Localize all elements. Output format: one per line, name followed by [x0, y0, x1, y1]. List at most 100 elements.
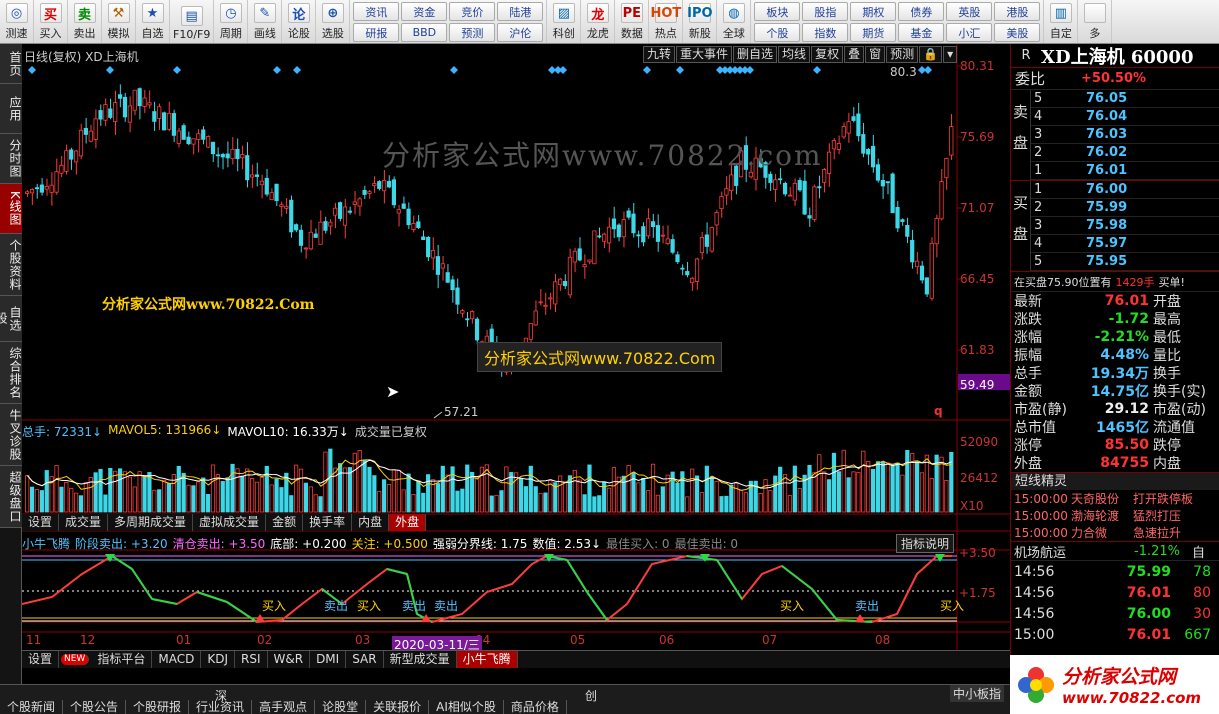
order-row[interactable]: 2 76.02 — [1031, 144, 1219, 162]
toolbar-link[interactable]: 股指 — [802, 2, 849, 21]
order-row[interactable]: 5 75.95 — [1031, 253, 1219, 271]
toolbar-link[interactable]: BBD — [401, 23, 448, 42]
status-link[interactable]: 高手观点 — [252, 699, 316, 714]
toolbar-link[interactable]: 小汇 — [946, 23, 993, 42]
toolbar-button-chart[interactable]: ▨ 科创 — [547, 0, 582, 43]
indicator-tab[interactable]: NEW — [61, 654, 90, 665]
toolbar-link[interactable]: 资讯 — [353, 2, 400, 21]
toolbar-link[interactable]: 英股 — [946, 2, 993, 21]
order-row[interactable]: 3 76.03 — [1031, 126, 1219, 144]
sidetab-5[interactable]: 自选股 — [0, 296, 22, 342]
elf-row[interactable]: 15:00:00 天奇股份 打开跌停板 — [1011, 490, 1219, 507]
toolbar-link[interactable]: 指数 — [802, 23, 849, 42]
toolbar-button-buy[interactable]: 买买入 — [34, 0, 68, 43]
toolbar-button-sell[interactable]: 卖卖出 — [68, 0, 102, 43]
elf-row[interactable]: 15:00:00 渤海轮渡 猛烈打压 — [1011, 507, 1219, 524]
sidetab-8[interactable]: 超级盘口 — [0, 466, 22, 528]
toolbar-link[interactable]: 期权 — [850, 2, 897, 21]
sidetab-6[interactable]: 综合排名 — [0, 342, 22, 404]
volume-tab[interactable]: 成交量 — [59, 514, 109, 531]
sidetab-7[interactable]: 牛叉诊股 — [0, 404, 22, 466]
status-link[interactable]: 个股新闻 — [0, 699, 64, 714]
toolbar-button-star[interactable]: ★ 自选 — [136, 0, 170, 43]
volume-tab[interactable]: 金额 — [266, 514, 304, 531]
sidetab-3[interactable]: K线图 — [0, 184, 22, 234]
toolbar-link[interactable]: 基金 — [898, 23, 945, 42]
status-link[interactable]: 个股研报 — [126, 699, 190, 714]
toolbar-button-pen[interactable]: ✎ 画线 — [248, 0, 283, 43]
toolbar-link[interactable]: 研报 — [353, 23, 400, 42]
order-row[interactable]: 3 75.98 — [1031, 217, 1219, 235]
order-row[interactable]: 5 76.05 — [1031, 90, 1219, 108]
indicator-help-button[interactable]: 指标说明 — [896, 534, 955, 553]
indicator-tab[interactable]: RSI — [235, 651, 268, 668]
volume-tab[interactable]: 换手率 — [303, 514, 353, 531]
status-link[interactable]: 个股公告 — [63, 699, 127, 714]
volume-tab[interactable]: 虚拟成交量 — [193, 514, 267, 531]
volume-tab[interactable]: 外盘 — [389, 514, 427, 531]
toolbar-button-dragon[interactable]: 龙龙虎 — [581, 0, 616, 43]
chart-tool-button[interactable]: 预测 — [886, 46, 919, 63]
toolbar-link[interactable]: 竞价 — [449, 2, 496, 21]
sidetab-2[interactable]: 分时图 — [0, 134, 22, 184]
order-row[interactable]: 1 76.00 — [1031, 181, 1219, 199]
toolbar-button-clock[interactable]: ◷ 周期 — [214, 0, 249, 43]
indicator-tab[interactable]: MACD — [152, 651, 202, 668]
toolbar-link[interactable]: 美股 — [994, 23, 1041, 42]
chart-tool-button[interactable]: 九转 — [643, 46, 676, 63]
toolbar-link[interactable]: 资金 — [401, 2, 448, 21]
indicator-tab[interactable]: 新型成交量 — [384, 651, 457, 668]
toolbar-button-ipo[interactable]: IPO 新股 — [683, 0, 718, 43]
chart-tool-button[interactable]: 🔒 — [919, 46, 943, 63]
chart-tool-button[interactable]: 叠 — [844, 46, 865, 63]
toolbar-button-forum[interactable]: 论论股 — [282, 0, 317, 43]
toolbar-button-more[interactable]: 多 — [1078, 0, 1113, 43]
order-row[interactable]: 4 76.04 — [1031, 108, 1219, 126]
toolbar-link[interactable]: 板块 — [754, 2, 801, 21]
sidetab-0[interactable]: 首页 — [0, 44, 22, 84]
status-link[interactable]: AI相似个股 — [429, 699, 504, 714]
order-row[interactable]: 4 75.97 — [1031, 235, 1219, 253]
indicator-tab[interactable]: SAR — [346, 651, 384, 668]
sector-row[interactable]: 机场航运 -1.21% 自 — [1011, 541, 1219, 561]
order-row[interactable]: 2 75.99 — [1031, 199, 1219, 217]
indicator-tab[interactable]: 设置 — [22, 651, 60, 668]
chart-tool-button[interactable]: ▾ — [943, 46, 958, 63]
toolbar-link[interactable]: 港股 — [994, 2, 1041, 21]
sidetab-1[interactable]: 应用 — [0, 84, 22, 134]
indicator-tab[interactable]: DMI — [310, 651, 347, 668]
chart-tool-button[interactable]: 重大事件 — [676, 46, 733, 63]
toolbar-link[interactable]: 预测 — [449, 23, 496, 42]
chart-tool-button[interactable]: 复权 — [811, 46, 844, 63]
toolbar-button-hot[interactable]: HOT 热点 — [649, 0, 684, 43]
indicator-tab[interactable]: W&R — [268, 651, 311, 668]
chart-tool-button[interactable]: 均线 — [778, 46, 811, 63]
chart-tool-button[interactable]: 删自选 — [733, 46, 778, 63]
status-link[interactable]: 关联报价 — [366, 699, 430, 714]
volume-tab[interactable]: 内盘 — [352, 514, 390, 531]
status-link[interactable]: 论股堂 — [315, 699, 367, 714]
order-row[interactable]: 1 76.01 — [1031, 162, 1219, 180]
toolbar-button-hammer[interactable]: ⚒ 模拟 — [102, 0, 136, 43]
toolbar-link[interactable]: 陆港 — [497, 2, 544, 21]
toolbar-button-search[interactable]: ⊕ 选股 — [316, 0, 351, 43]
elf-row[interactable]: 15:00:00 力合微 急速拉升 — [1011, 524, 1219, 541]
volume-tab[interactable]: 设置 — [22, 514, 60, 531]
toolbar-link[interactable]: 债券 — [898, 2, 945, 21]
toolbar-button-globe[interactable]: ◍ 全球 — [717, 0, 752, 43]
toolbar-button-pe[interactable]: PE 数据 — [615, 0, 650, 43]
toolbar-link[interactable]: 沪伦 — [497, 23, 544, 42]
indicator-tab[interactable]: 小牛飞腾 — [456, 651, 518, 668]
candle-body — [470, 311, 475, 320]
chart-tool-button[interactable]: 窗 — [865, 46, 886, 63]
toolbar-button-speed[interactable]: ◎ 测速 — [0, 0, 34, 43]
indicator-tab[interactable]: 指标平台 — [91, 651, 153, 668]
toolbar-button-custom[interactable]: ▥ 自定 — [1044, 0, 1079, 43]
toolbar-link[interactable]: 期货 — [850, 23, 897, 42]
status-link[interactable]: 商品价格 — [504, 699, 567, 714]
toolbar-button-f10[interactable]: ▤ F10/F9 — [170, 0, 215, 43]
volume-tab[interactable]: 多周期成交量 — [108, 514, 194, 531]
sidetab-4[interactable]: 个股资料 — [0, 234, 22, 296]
toolbar-link[interactable]: 个股 — [754, 23, 801, 42]
indicator-tab[interactable]: KDJ — [201, 651, 235, 668]
